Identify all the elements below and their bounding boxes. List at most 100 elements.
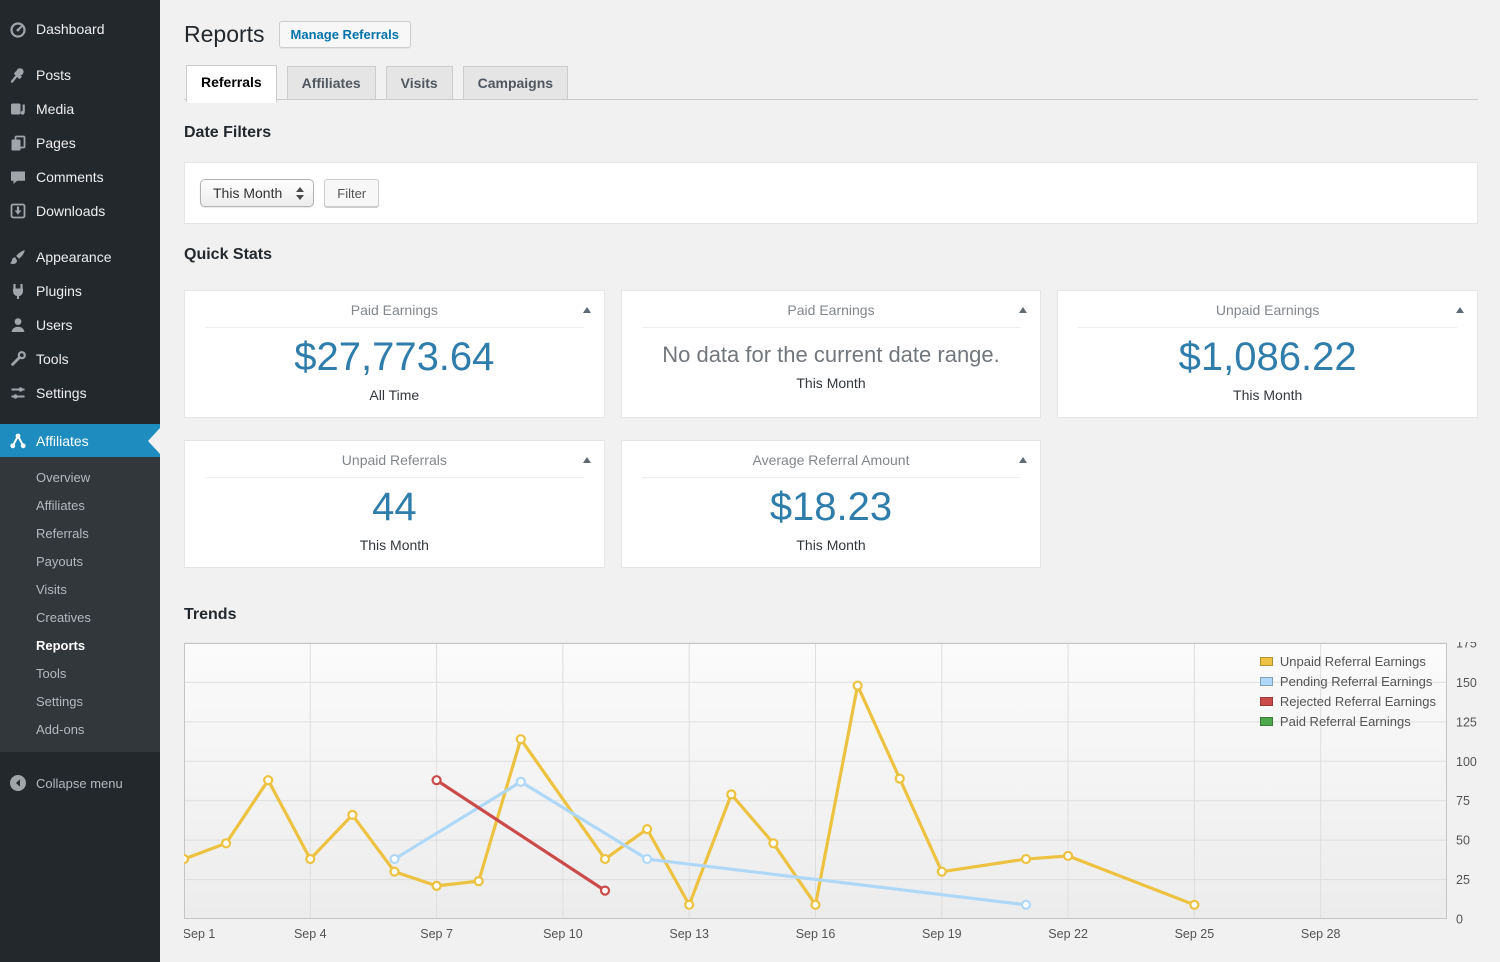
sidebar-item-plugins[interactable]: Plugins <box>0 274 160 308</box>
media-icon <box>8 99 28 119</box>
legend-swatch-pending <box>1259 677 1273 686</box>
brush-icon <box>8 247 28 267</box>
submenu-item-affiliates[interactable]: Affiliates <box>0 492 160 520</box>
svg-text:75: 75 <box>1456 794 1470 808</box>
svg-text:0: 0 <box>1456 913 1463 927</box>
menu-separator <box>0 410 160 424</box>
quick-stats-heading: Quick Stats <box>184 246 273 263</box>
comment-icon <box>8 167 28 187</box>
sidebar-item-downloads[interactable]: Downloads <box>0 194 160 228</box>
stat-card-unpaid-referrals: Unpaid Referrals 44 This Month <box>184 440 605 568</box>
tab-visits[interactable]: Visits <box>385 66 453 99</box>
sidebar-item-label: Comments <box>36 169 104 185</box>
date-filter-bar: This Month Filter <box>184 162 1478 224</box>
main-content: Reports Manage Referrals Referrals Affil… <box>160 0 1500 962</box>
sidebar-item-affiliates[interactable]: Affiliates <box>0 424 160 457</box>
stat-card-unpaid-earnings: Unpaid Earnings $1,086.22 This Month <box>1057 290 1478 418</box>
sidebar-item-media[interactable]: Media <box>0 92 160 126</box>
sidebar-item-label: Tools <box>36 351 69 367</box>
sidebar-item-label: Users <box>36 317 73 333</box>
stat-value: $18.23 <box>769 485 893 529</box>
page-title: Reports <box>184 21 265 47</box>
quick-stats-cards: Paid Earnings $27,773.64 All Time Paid E… <box>184 290 1478 568</box>
stat-value: $1,086.22 <box>1178 335 1357 379</box>
tab-affiliates[interactable]: Affiliates <box>286 66 376 99</box>
stat-card-title: Average Referral Amount <box>752 452 910 468</box>
stat-message: No data for the current date range. <box>662 342 1000 367</box>
tab-campaigns[interactable]: Campaigns <box>462 66 569 99</box>
stat-caption: All Time <box>369 387 420 403</box>
svg-text:150: 150 <box>1456 676 1477 690</box>
submenu-item-reports[interactable]: Reports <box>0 632 160 660</box>
menu-separator <box>0 46 160 58</box>
wrench-icon <box>8 349 28 369</box>
divider <box>205 327 584 328</box>
svg-text:Sep 7: Sep 7 <box>420 927 453 941</box>
submenu-item-visits[interactable]: Visits <box>0 576 160 604</box>
sidebar-item-label: Appearance <box>36 249 112 265</box>
affiliates-icon <box>8 431 28 451</box>
divider <box>641 327 1021 328</box>
svg-text:Sep 19: Sep 19 <box>922 927 962 941</box>
collapse-triangle-icon[interactable] <box>1019 307 1028 313</box>
sidebar-item-label: Dashboard <box>36 21 105 37</box>
user-icon <box>8 315 28 335</box>
stat-card-paid-earnings-all-time: Paid Earnings $27,773.64 All Time <box>184 290 605 418</box>
legend-swatch-rejected <box>1259 697 1273 706</box>
svg-text:175: 175 <box>1456 642 1477 651</box>
sidebar-item-users[interactable]: Users <box>0 308 160 342</box>
trends-heading: Trends <box>184 606 237 623</box>
trends-chart: 0 25 50 75 100 125 150 175 Sep 1 Sep 4 Sep 7 Sep 10… <box>178 637 1478 949</box>
pages-icon <box>8 133 28 153</box>
submenu-item-settings[interactable]: Settings <box>0 688 160 716</box>
svg-text:Sep 13: Sep 13 <box>669 927 709 941</box>
submenu-item-creatives[interactable]: Creatives <box>0 604 160 632</box>
stat-card-average-referral-amount: Average Referral Amount $18.23 This Mont… <box>620 440 1042 568</box>
sidebar-item-pages[interactable]: Pages <box>0 126 160 160</box>
tab-referrals[interactable]: Referrals <box>186 65 277 103</box>
select-stepper-icon <box>296 186 305 200</box>
submenu-item-payouts[interactable]: Payouts <box>0 548 160 576</box>
collapse-triangle-icon[interactable] <box>582 307 591 313</box>
collapse-menu-label: Collapse menu <box>36 775 123 791</box>
stat-caption: This Month <box>796 375 866 391</box>
sidebar-item-label: Plugins <box>36 283 82 299</box>
sidebar-item-posts[interactable]: Posts <box>0 58 160 92</box>
submenu-item-referrals[interactable]: Referrals <box>0 520 160 548</box>
sidebar-item-appearance[interactable]: Appearance <box>0 240 160 274</box>
svg-text:Sep 22: Sep 22 <box>1048 927 1088 941</box>
date-filters-heading: Date Filters <box>184 124 272 141</box>
stat-caption: This Month <box>1233 387 1303 403</box>
date-range-select[interactable]: This Month <box>200 179 315 207</box>
collapse-triangle-icon[interactable] <box>582 457 591 463</box>
collapse-menu-button[interactable]: Collapse menu <box>0 766 160 800</box>
report-tabs: Referrals Affiliates Visits Campaigns <box>184 65 1478 103</box>
filter-button[interactable]: Filter <box>324 179 380 207</box>
page-header: Reports Manage Referrals <box>184 20 1478 49</box>
svg-text:50: 50 <box>1456 834 1470 848</box>
divider <box>1078 327 1457 328</box>
submenu-item-tools[interactable]: Tools <box>0 660 160 688</box>
settings-icon <box>8 383 28 403</box>
legend-item-unpaid: Unpaid Referral Earnings <box>1259 654 1436 669</box>
download-icon <box>8 201 28 221</box>
dashboard-icon <box>8 19 28 39</box>
submenu-item-addons[interactable]: Add-ons <box>0 716 160 744</box>
submenu-item-overview[interactable]: Overview <box>0 464 160 492</box>
sidebar-item-label: Media <box>36 101 75 117</box>
sidebar-item-dashboard[interactable]: Dashboard <box>0 12 160 46</box>
sidebar-item-label: Affiliates <box>36 432 89 449</box>
collapse-triangle-icon[interactable] <box>1455 307 1464 313</box>
sidebar-item-tools[interactable]: Tools <box>0 342 160 376</box>
pin-icon <box>8 65 28 85</box>
plug-icon <box>8 281 28 301</box>
svg-text:Sep 10: Sep 10 <box>543 927 583 941</box>
collapse-arrow-icon <box>8 773 28 793</box>
collapse-triangle-icon[interactable] <box>1019 457 1028 463</box>
legend-swatch-unpaid <box>1259 657 1273 666</box>
svg-text:Sep 16: Sep 16 <box>796 927 836 941</box>
sidebar-item-comments[interactable]: Comments <box>0 160 160 194</box>
manage-referrals-button[interactable]: Manage Referrals <box>278 21 411 48</box>
stat-card-title: Paid Earnings <box>350 302 438 318</box>
sidebar-item-settings[interactable]: Settings <box>0 376 160 410</box>
